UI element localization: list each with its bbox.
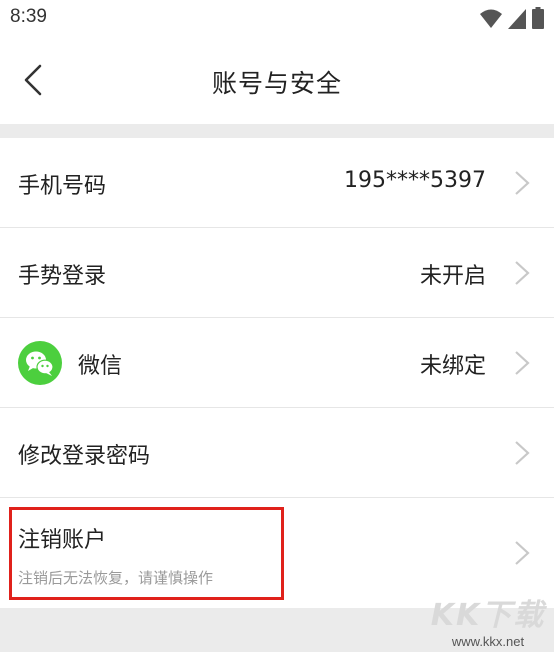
chevron-right-icon bbox=[515, 541, 530, 565]
row-label: 修改登录密码 bbox=[18, 444, 151, 469]
row-label: 手机号码 bbox=[18, 174, 107, 199]
status-bar: 8:39 bbox=[0, 0, 554, 38]
watermark-title: KK下载 bbox=[430, 598, 546, 633]
settings-list: 手机号码 195****5397 手势登录 未开启 微信 未绑定 修改登录密码 … bbox=[0, 138, 554, 608]
status-time: 8:39 bbox=[10, 6, 47, 27]
row-change-password[interactable]: 修改登录密码 bbox=[0, 408, 554, 498]
chevron-right-icon bbox=[515, 171, 530, 195]
wifi-icon bbox=[480, 9, 502, 28]
row-wechat[interactable]: 微信 未绑定 bbox=[0, 318, 554, 408]
row-label: 手势登录 bbox=[18, 264, 107, 289]
chevron-right-icon bbox=[515, 351, 530, 375]
row-phone-number[interactable]: 手机号码 195****5397 bbox=[0, 138, 554, 228]
row-value: 未绑定 bbox=[419, 354, 486, 379]
row-label: 注销账户 bbox=[18, 528, 107, 553]
status-icons bbox=[480, 7, 544, 29]
chevron-right-icon bbox=[515, 261, 530, 285]
nav-bar: 账号与安全 bbox=[0, 38, 554, 124]
row-label: 微信 bbox=[78, 354, 123, 379]
watermark-logo: KK下载 www.kkx.net bbox=[428, 590, 548, 650]
watermark-url: www.kkx.net bbox=[451, 634, 525, 649]
row-gesture-login[interactable]: 手势登录 未开启 bbox=[0, 228, 554, 318]
battery-icon bbox=[532, 7, 544, 29]
row-value: 未开启 bbox=[419, 264, 486, 289]
page-title: 账号与安全 bbox=[211, 69, 342, 98]
row-value: 195****5397 bbox=[344, 168, 486, 193]
row-sublabel: 注销后无法恢复，请谨慎操作 bbox=[18, 569, 214, 587]
signal-icon bbox=[508, 9, 526, 29]
chevron-right-icon bbox=[515, 441, 530, 465]
wechat-icon bbox=[18, 341, 62, 385]
